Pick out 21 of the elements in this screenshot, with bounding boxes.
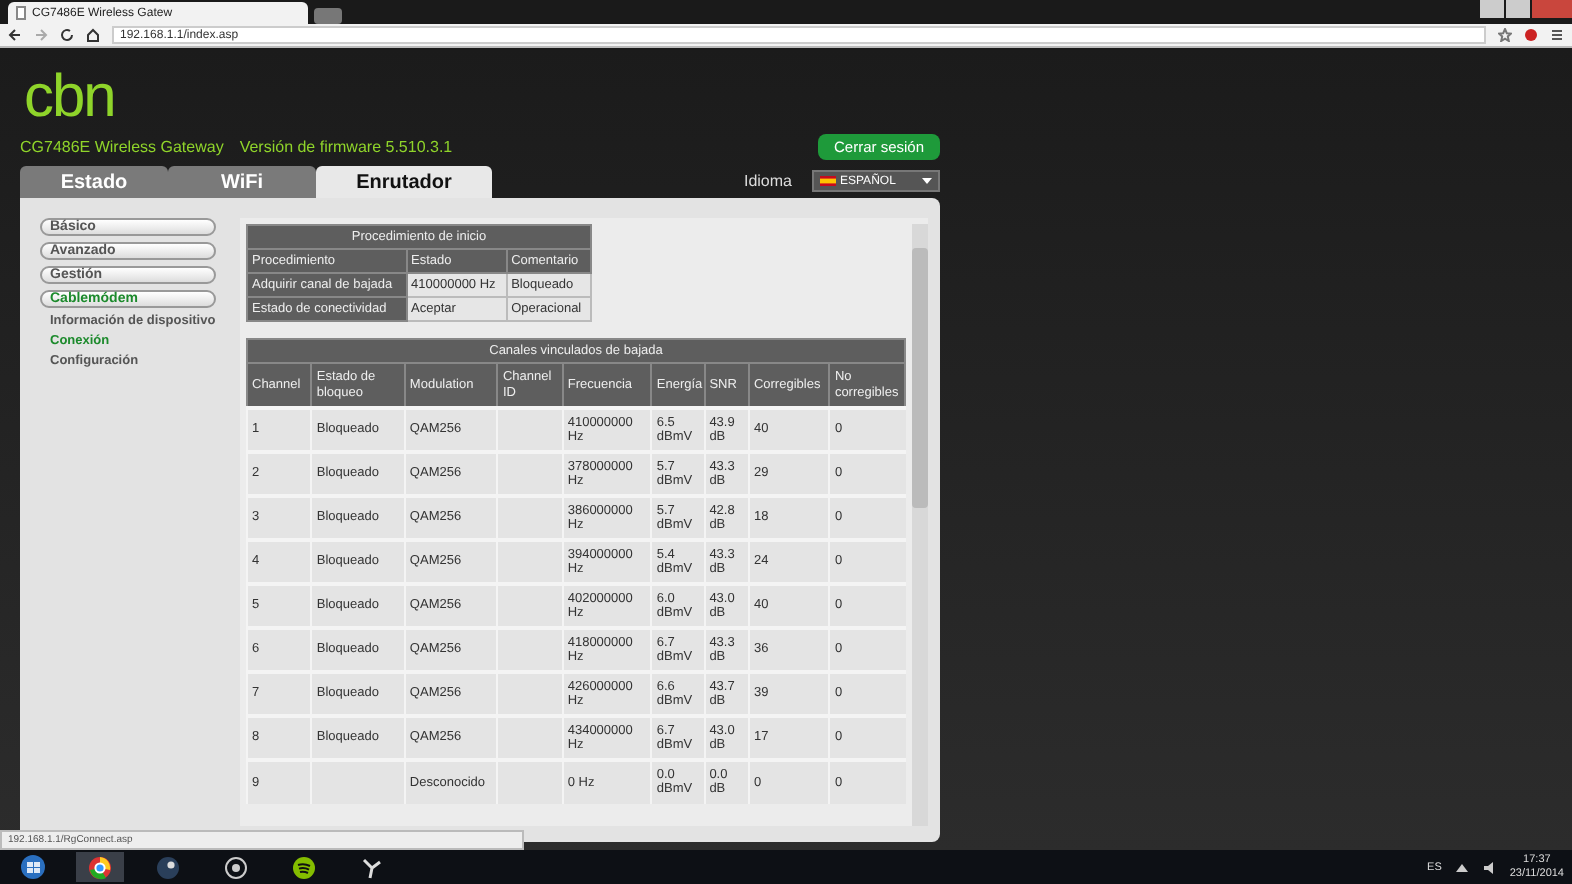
menu-icon[interactable] [1550, 28, 1564, 42]
star-icon[interactable] [1498, 28, 1512, 42]
flag-icon [820, 176, 836, 186]
caret-icon [922, 178, 932, 184]
scrollbar-thumb[interactable] [912, 248, 928, 508]
browser-taskbar-icon[interactable] [76, 852, 124, 882]
extension-icon[interactable] [1524, 28, 1538, 42]
new-tab-button[interactable] [314, 8, 342, 24]
back-icon[interactable] [8, 28, 22, 42]
nav-tab[interactable]: Enrutador [316, 166, 492, 198]
speaker-icon[interactable] [1481, 859, 1498, 875]
firmware-version: Versión de firmware 5.510.3.1 [239, 138, 453, 156]
home-icon[interactable] [86, 28, 100, 42]
logo: cbn [22, 68, 117, 128]
reload-icon[interactable] [60, 28, 74, 42]
page-icon [16, 6, 26, 20]
language-label: Idioma [743, 172, 792, 190]
nav-tab[interactable]: WiFi [168, 166, 316, 198]
nav-tab[interactable]: Estado [20, 166, 168, 198]
model-name: CG7486E Wireless Gateway [20, 138, 224, 156]
tray-icon[interactable] [1453, 859, 1470, 875]
